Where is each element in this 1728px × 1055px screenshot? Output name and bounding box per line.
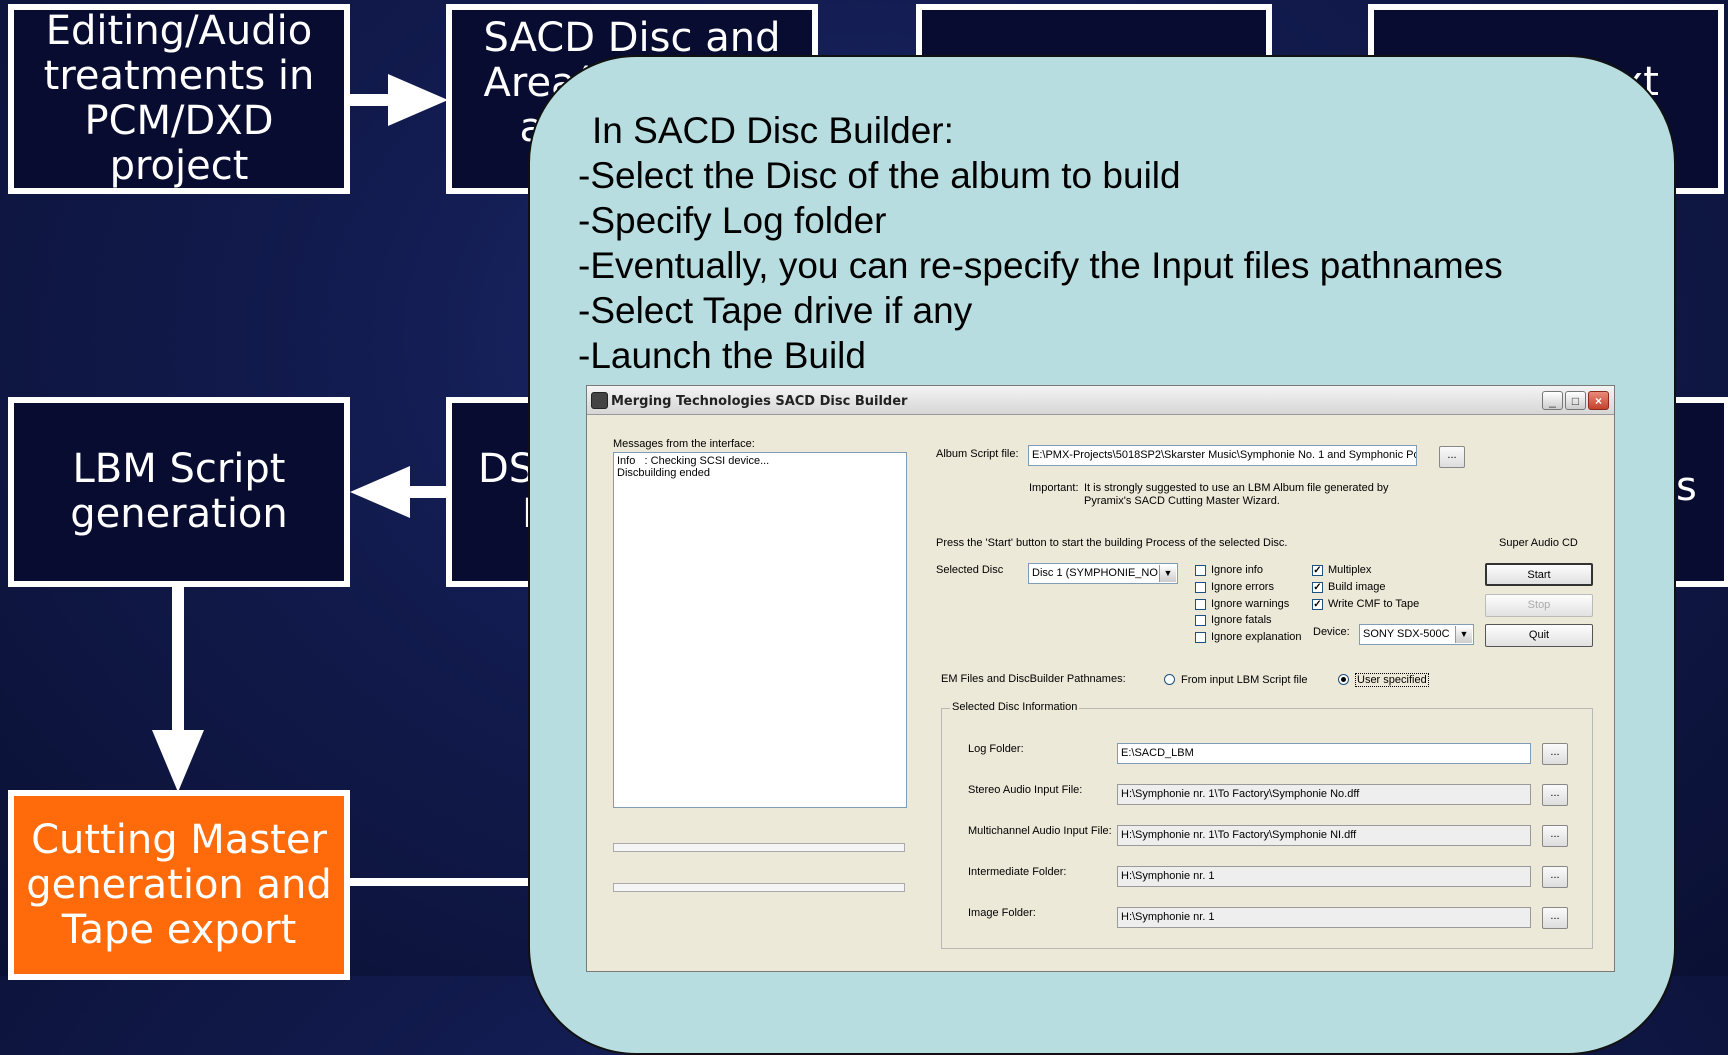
important-text-line: Pyramix's SACD Cutting Master Wizard. bbox=[1084, 495, 1280, 507]
image-folder-label: Image Folder: bbox=[968, 907, 1036, 919]
device-label: Device: bbox=[1313, 626, 1350, 638]
multichannel-input-browse-button[interactable]: ... bbox=[1542, 825, 1568, 847]
user-specified-label: User specified bbox=[1355, 673, 1429, 687]
callout-line: In SACD Disc Builder: bbox=[592, 110, 954, 151]
window-titlebar[interactable]: Merging Technologies SACD Disc Builder _… bbox=[587, 386, 1614, 415]
log-folder-browse-button[interactable]: ... bbox=[1542, 743, 1568, 765]
arrow-right-icon bbox=[348, 74, 448, 126]
messages-list[interactable]: Info : Checking SCSI device... Discbuild… bbox=[613, 452, 907, 808]
from-input-label: From input LBM Script file bbox=[1181, 674, 1308, 686]
box-line: treatments in bbox=[43, 53, 315, 99]
intermediate-folder-label: Intermediate Folder: bbox=[968, 866, 1067, 878]
image-folder-browse-button[interactable]: ... bbox=[1542, 907, 1568, 929]
box-line: generation and bbox=[26, 861, 332, 908]
quit-button[interactable]: Quit bbox=[1485, 624, 1593, 647]
stop-button[interactable]: Stop bbox=[1485, 594, 1593, 617]
box-cutting-master: Cutting Master generation and Tape expor… bbox=[8, 790, 350, 980]
box-line: project bbox=[109, 143, 249, 189]
group-title: Selected Disc Information bbox=[950, 701, 1080, 713]
intermediate-folder-browse-button[interactable]: ... bbox=[1542, 866, 1568, 888]
minimize-icon[interactable]: _ bbox=[1542, 391, 1563, 410]
connector-line bbox=[348, 878, 538, 886]
callout-line: -Select Tape drive if any bbox=[578, 290, 973, 331]
message-line: Discbuilding ended bbox=[617, 467, 710, 479]
stereo-input-label: Stereo Audio Input File: bbox=[968, 784, 1083, 796]
album-script-browse-button[interactable]: ... bbox=[1439, 446, 1465, 468]
user-specified-radio[interactable] bbox=[1338, 674, 1349, 685]
ignore-errors-checkbox[interactable] bbox=[1195, 582, 1206, 593]
selected-disc-value: Disc 1 (SYMPHONIE_NO bbox=[1032, 567, 1158, 579]
ignore-explanation-label: Ignore explanation bbox=[1211, 631, 1302, 643]
write-cmf-checkbox[interactable]: ✓ bbox=[1312, 599, 1323, 610]
ignore-info-label: Ignore info bbox=[1211, 564, 1263, 576]
log-folder-label: Log Folder: bbox=[968, 743, 1024, 755]
important-label: Important: bbox=[1029, 482, 1079, 494]
stereo-input-browse-button[interactable]: ... bbox=[1542, 784, 1568, 806]
important-text-line: It is strongly suggested to use an LBM A… bbox=[1084, 482, 1389, 494]
callout-line: -Launch the Build bbox=[578, 335, 866, 376]
box-line: generation bbox=[70, 491, 288, 537]
box-editing-audio: Editing/Audio treatments in PCM/DXD proj… bbox=[8, 4, 350, 194]
intermediate-folder-field[interactable]: H:\Symphonie nr. 1 bbox=[1117, 866, 1531, 887]
box-line: PCM/DXD bbox=[84, 98, 274, 144]
maximize-icon[interactable]: □ bbox=[1565, 391, 1586, 410]
log-folder-input[interactable]: E:\SACD_LBM bbox=[1117, 743, 1531, 764]
message-line: Info : Checking SCSI device... bbox=[617, 455, 770, 467]
callout-line: -Specify Log folder bbox=[578, 200, 887, 241]
messages-label: Messages from the interface: bbox=[613, 438, 755, 450]
multiplex-checkbox[interactable]: ✓ bbox=[1312, 565, 1323, 576]
super-audio-cd-label: Super Audio CD bbox=[1499, 537, 1578, 549]
box-line: Cutting Master bbox=[31, 816, 327, 863]
close-icon[interactable]: × bbox=[1588, 391, 1609, 410]
ignore-warnings-checkbox[interactable] bbox=[1195, 599, 1206, 610]
stereo-input-field[interactable]: H:\Symphonie nr. 1\To Factory\Symphonie … bbox=[1117, 784, 1531, 805]
ignore-warnings-label: Ignore warnings bbox=[1211, 598, 1290, 610]
album-script-label: Album Script file: bbox=[936, 448, 1019, 460]
box-line: Tape export bbox=[61, 906, 297, 953]
selected-disc-label: Selected Disc bbox=[936, 564, 1004, 576]
ignore-fatals-checkbox[interactable] bbox=[1195, 615, 1206, 626]
device-value: SONY SDX-500C bbox=[1363, 628, 1450, 640]
arrow-left-icon bbox=[350, 466, 450, 518]
progress-bar-1 bbox=[613, 843, 905, 852]
window-title: Merging Technologies SACD Disc Builder bbox=[611, 394, 908, 409]
image-folder-field[interactable]: H:\Symphonie nr. 1 bbox=[1117, 907, 1531, 928]
arrow-down-icon bbox=[152, 584, 204, 792]
device-select[interactable]: SONY SDX-500C ▼ bbox=[1359, 624, 1474, 645]
box-line: Editing/Audio bbox=[45, 8, 313, 54]
ignore-explanation-checkbox[interactable] bbox=[1195, 632, 1206, 643]
callout-instructions: In SACD Disc Builder: -Select the Disc o… bbox=[578, 108, 1503, 378]
chevron-down-icon: ▼ bbox=[1455, 626, 1472, 643]
ignore-errors-label: Ignore errors bbox=[1211, 581, 1274, 593]
press-start-text: Press the 'Start' button to start the bu… bbox=[936, 537, 1288, 549]
build-image-checkbox[interactable]: ✓ bbox=[1312, 582, 1323, 593]
box-line: LBM Script bbox=[72, 446, 286, 492]
multichannel-input-field[interactable]: H:\Symphonie nr. 1\To Factory\Symphonie … bbox=[1117, 825, 1531, 846]
chevron-down-icon: ▼ bbox=[1159, 565, 1176, 582]
callout-line: -Select the Disc of the album to build bbox=[578, 155, 1181, 196]
multichannel-input-label: Multichannel Audio Input File: bbox=[968, 825, 1112, 837]
app-icon bbox=[591, 392, 608, 409]
progress-bar-2 bbox=[613, 883, 905, 892]
em-files-label: EM Files and DiscBuilder Pathnames: bbox=[941, 673, 1126, 685]
sacd-disc-builder-window: Merging Technologies SACD Disc Builder _… bbox=[586, 385, 1615, 972]
ignore-fatals-label: Ignore fatals bbox=[1211, 614, 1272, 626]
multiplex-label: Multiplex bbox=[1328, 564, 1372, 576]
start-button[interactable]: Start bbox=[1485, 563, 1593, 586]
from-input-radio[interactable] bbox=[1164, 674, 1175, 685]
callout-line: -Eventually, you can re-specify the Inpu… bbox=[578, 245, 1503, 286]
album-script-input[interactable]: E:\PMX-Projects\5018SP2\Skarster Music\S… bbox=[1028, 445, 1417, 466]
write-cmf-label: Write CMF to Tape bbox=[1328, 598, 1420, 610]
box-lbm-script: LBM Script generation bbox=[8, 397, 350, 587]
build-image-label: Build image bbox=[1328, 581, 1386, 593]
selected-disc-select[interactable]: Disc 1 (SYMPHONIE_NO ▼ bbox=[1028, 563, 1178, 584]
ignore-info-checkbox[interactable] bbox=[1195, 565, 1206, 576]
